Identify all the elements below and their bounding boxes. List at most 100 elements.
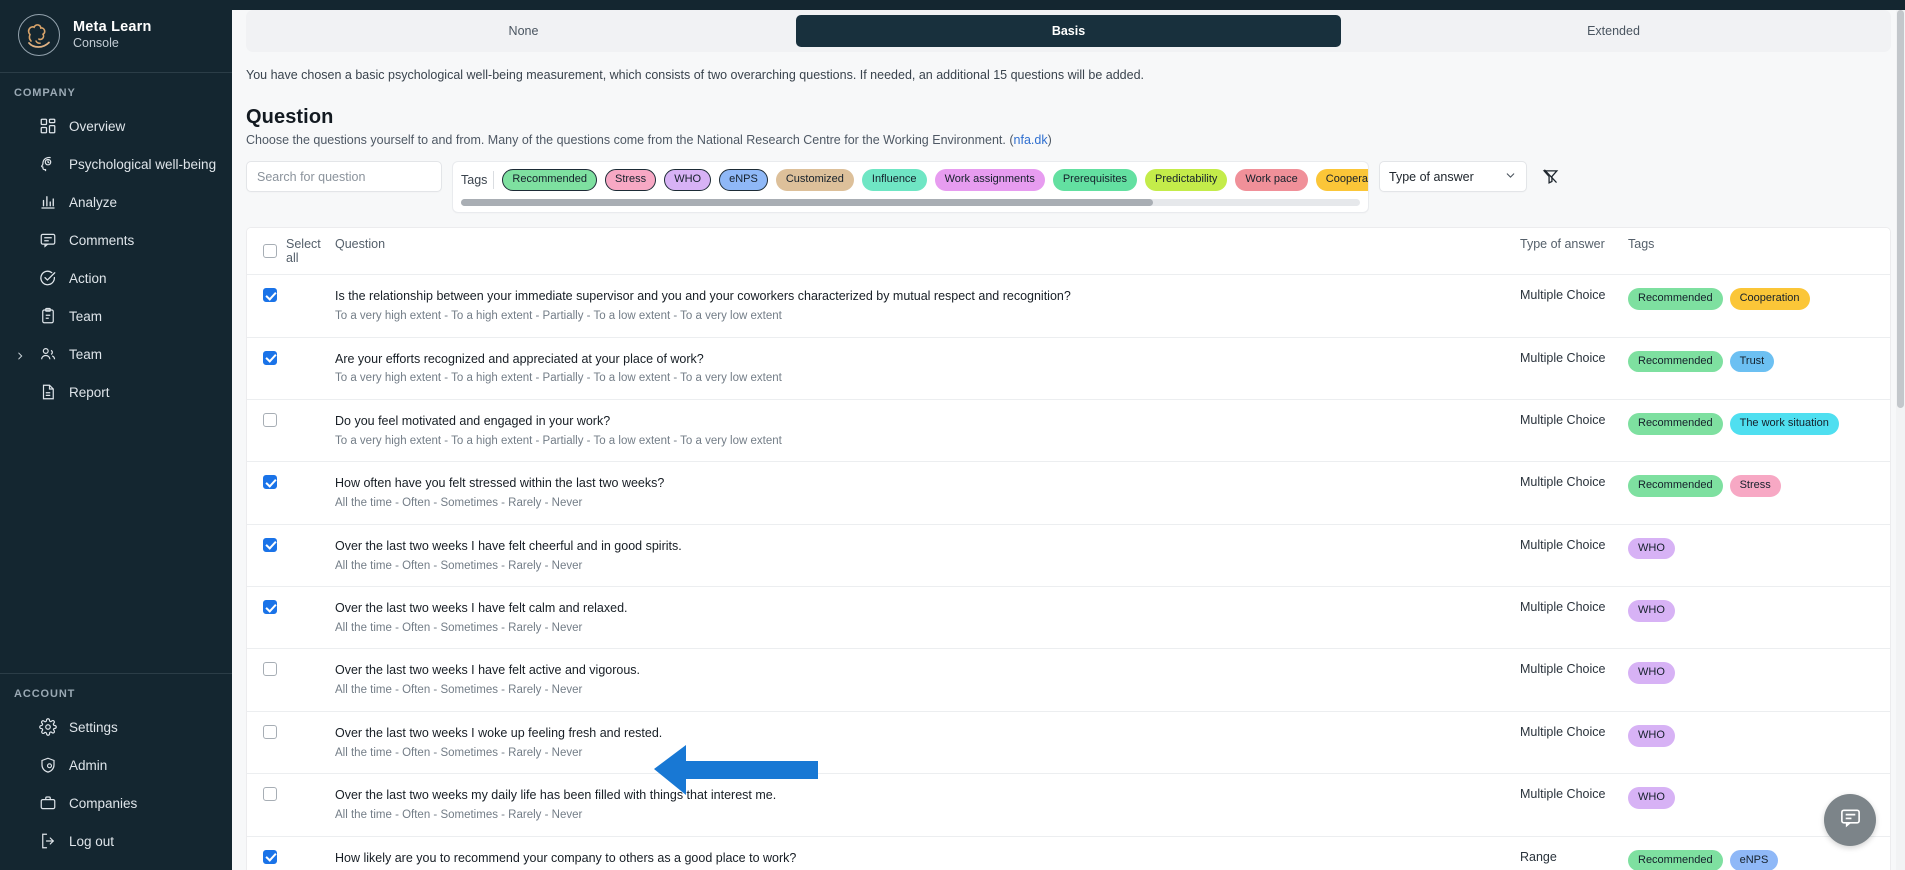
question-text: Over the last two weeks I woke up feelin…	[335, 725, 663, 740]
search-input[interactable]: Search for question	[246, 161, 442, 193]
grid-icon	[38, 117, 57, 136]
tag-filter-chip[interactable]: eNPS	[719, 169, 768, 191]
row-select-cell[interactable]	[247, 849, 335, 864]
row-select-cell[interactable]	[247, 288, 335, 303]
tag-filter-chip[interactable]: Customized	[775, 169, 854, 191]
sidebar-item-admin[interactable]: Admin	[0, 746, 232, 784]
tag-filter-chip[interactable]: Work assignments	[934, 169, 1045, 191]
brand-block[interactable]: Meta Learn Console	[0, 0, 232, 72]
people-icon	[38, 345, 57, 364]
measurement-level-segmented-control: None Basis Extended	[246, 10, 1891, 52]
tag-filter-chip[interactable]: Work pace	[1235, 169, 1308, 191]
tags-horizontal-scrollbar[interactable]	[461, 199, 1360, 207]
row-tag-chip: Cooperation	[1729, 288, 1810, 310]
row-select-cell[interactable]	[247, 662, 335, 677]
row-checkbox[interactable]	[263, 849, 277, 864]
segment-extended[interactable]: Extended	[1341, 15, 1886, 47]
row-select-cell[interactable]	[247, 537, 335, 552]
chevron-right-icon[interactable]	[15, 349, 25, 360]
chat-support-button[interactable]	[1824, 794, 1876, 846]
select-all-checkbox[interactable]	[263, 244, 277, 259]
sidebar-item-analyze[interactable]: Analyze	[0, 183, 232, 221]
table-row[interactable]: Over the last two weeks I have felt acti…	[247, 649, 1890, 712]
tag-filter-chip[interactable]: Predictability	[1145, 169, 1228, 191]
table-row[interactable]: Over the last two weeks my daily life ha…	[247, 774, 1890, 837]
brand-subtitle: Console	[73, 36, 119, 51]
row-checkbox[interactable]	[263, 412, 277, 427]
logout-icon	[38, 832, 57, 851]
segment-basis[interactable]: Basis	[796, 15, 1341, 47]
question-section-title: Question	[246, 106, 334, 129]
question-answers-text: All the time - Often - Sometimes - Rarel…	[335, 809, 583, 822]
row-tag-chip: WHO	[1628, 662, 1675, 685]
question-text: How often have you felt stressed within …	[335, 476, 665, 491]
tags-scrollbar-thumb[interactable]	[461, 199, 1154, 207]
row-tags-cell: Recommended Cooperation	[1628, 288, 1890, 310]
sidebar-item-overview[interactable]: Overview	[0, 107, 232, 145]
sidebar-item-action[interactable]: Action	[0, 259, 232, 297]
row-select-cell[interactable]	[247, 412, 335, 427]
tag-filter-chip[interactable]: Stress	[605, 169, 657, 191]
row-checkbox[interactable]	[263, 662, 277, 677]
row-tags-cell: WHO	[1628, 662, 1890, 685]
row-checkbox[interactable]	[263, 600, 277, 615]
row-tag-chip: WHO	[1628, 787, 1675, 809]
row-tags-cell: Recommended Stress	[1628, 475, 1890, 498]
sidebar-item-surveys[interactable]: Team	[0, 297, 232, 335]
segment-none[interactable]: None	[251, 15, 796, 47]
main-content: None Basis Extended You have chosen a ba…	[232, 0, 1905, 870]
row-select-cell[interactable]	[247, 787, 335, 802]
table-row[interactable]: How likely are you to recommend your com…	[247, 837, 1890, 870]
sidebar-item-label: Psychological well-being	[69, 156, 217, 172]
table-row[interactable]: Over the last two weeks I woke up feelin…	[247, 712, 1890, 775]
sidebar-item-companies[interactable]: Companies	[0, 784, 232, 822]
table-row[interactable]: Over the last two weeks I have felt chee…	[247, 525, 1890, 588]
select-all-cell[interactable]: Select all	[247, 237, 335, 265]
tag-filter-chip[interactable]: Recommended	[502, 169, 597, 191]
question-answers-text: All the time - Often - Sometimes - Rarel…	[335, 746, 583, 759]
row-tags-cell: WHO	[1628, 600, 1890, 622]
row-checkbox[interactable]	[263, 537, 277, 552]
tag-filter-chip[interactable]: WHO	[664, 169, 712, 191]
table-row[interactable]: How often have you felt stressed within …	[247, 462, 1890, 525]
answer-type-cell: Multiple Choice	[1520, 724, 1606, 739]
table-row[interactable]: Do you feel motivated and engaged in you…	[247, 400, 1890, 463]
filter-bar: Search for question Tags Recommended Stre…	[232, 147, 1905, 214]
sidebar-item-team[interactable]: Team	[0, 335, 232, 373]
page-scrollbar[interactable]	[1896, 10, 1905, 870]
sidebar-item-label: Team	[69, 308, 103, 324]
sidebar-item-report[interactable]: Report	[0, 373, 232, 411]
answer-type-cell: Multiple Choice	[1520, 600, 1606, 615]
table-row[interactable]: Is the relationship between your immedia…	[247, 275, 1890, 338]
app-root: Meta Learn Console COMPANY Overview Psyc…	[0, 0, 1905, 870]
row-checkbox[interactable]	[263, 288, 277, 303]
row-select-cell[interactable]	[247, 724, 335, 739]
row-select-cell[interactable]	[247, 475, 335, 490]
table-row[interactable]: Are your efforts recognized and apprecia…	[247, 338, 1890, 400]
row-select-cell[interactable]	[247, 600, 335, 615]
row-checkbox[interactable]	[263, 724, 277, 739]
question-text: Over the last two weeks I have felt calm…	[335, 601, 628, 616]
sidebar-item-settings[interactable]: Settings	[0, 708, 232, 746]
sidebar-item-comments[interactable]: Comments	[0, 221, 232, 259]
row-tags-cell: WHO	[1628, 724, 1890, 747]
sidebar-item-log-out[interactable]: Log out	[0, 822, 232, 860]
page-scrollbar-thumb[interactable]	[1897, 10, 1904, 408]
sidebar-item-psychological-well-being[interactable]: Psychological well-being	[0, 145, 232, 183]
table-row[interactable]: Over the last two weeks I have felt calm…	[247, 587, 1890, 650]
tag-filter-chip[interactable]: Prerequisites	[1052, 169, 1138, 191]
question-cell: Are your efforts recognized and apprecia…	[335, 351, 1520, 387]
filter-clear-icon[interactable]	[1537, 161, 1563, 192]
sidebar-item-label: Analyze	[69, 194, 118, 210]
row-checkbox[interactable]	[263, 475, 277, 490]
question-cell: How often have you felt stressed within …	[335, 475, 1520, 511]
row-checkbox[interactable]	[263, 787, 277, 802]
row-tag-chip: Recommended	[1628, 288, 1723, 310]
question-cell: How likely are you to recommend your com…	[335, 850, 1520, 870]
tag-filter-chip[interactable]: Cooperation	[1315, 169, 1368, 191]
row-checkbox[interactable]	[263, 350, 277, 365]
nfa-link[interactable]: nfa.dk	[1014, 133, 1048, 147]
tag-filter-chip[interactable]: Influence	[861, 169, 927, 191]
row-select-cell[interactable]	[247, 350, 335, 365]
type-of-answer-select[interactable]: Type of answer	[1379, 161, 1527, 193]
